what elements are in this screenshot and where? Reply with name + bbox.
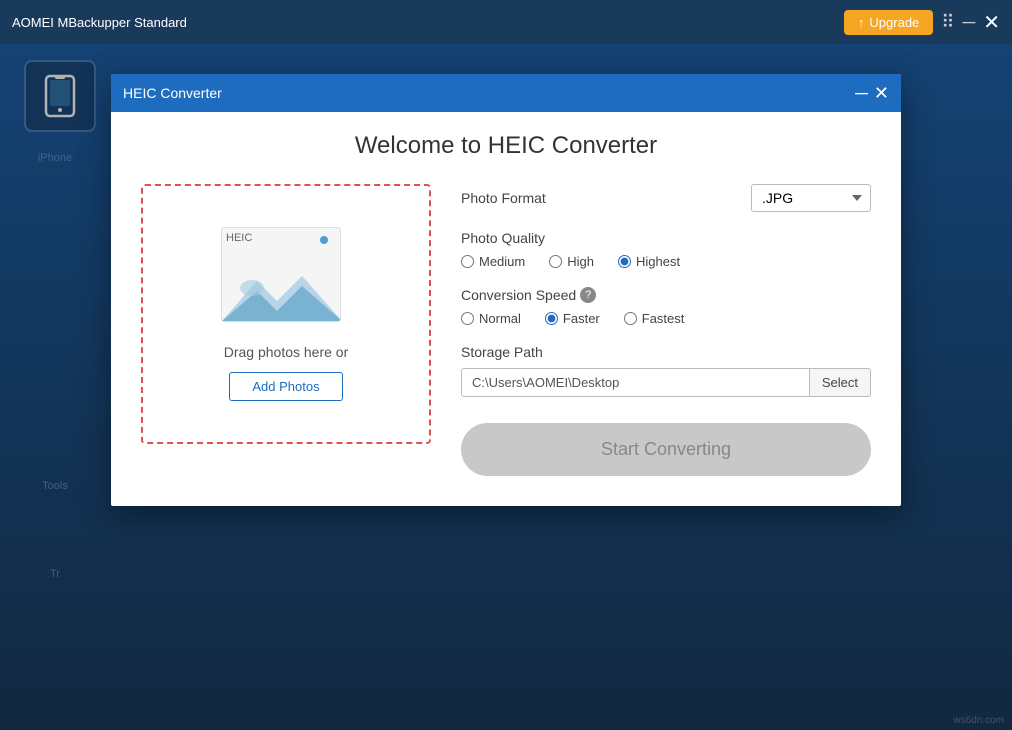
dialog-heading: Welcome to HEIC Converter [141, 132, 871, 160]
quality-highest-label: Highest [636, 254, 680, 269]
dialog-controls: ─ ✕ [855, 84, 889, 102]
heic-preview: HEIC [221, 227, 351, 332]
photo-quality-label: Photo Quality [461, 230, 871, 246]
heic-mountain-illustration [222, 266, 341, 321]
speed-fastest-label: Fastest [642, 311, 685, 326]
start-converting-button[interactable]: Start Converting [461, 423, 871, 476]
dialog-close-button[interactable]: ✕ [874, 84, 889, 102]
title-bar-controls: ↑ Upgrade ⠿ ─ ✕ [844, 10, 1000, 35]
storage-path-input[interactable] [461, 368, 809, 397]
speed-group: Normal Faster Fastest [461, 311, 871, 326]
heic-converter-dialog: HEIC Converter ─ ✕ Welcome to HEIC Conve… [111, 74, 901, 506]
dialog-titlebar: HEIC Converter ─ ✕ [111, 74, 901, 112]
photo-format-row: Photo Format .JPG .PNG .BMP [461, 184, 871, 212]
path-select-button[interactable]: Select [809, 368, 871, 397]
menu-icon[interactable]: ⠿ [941, 12, 954, 33]
quality-high-label: High [567, 254, 594, 269]
dialog-content: HEIC Drag photos here or Add Photos [141, 184, 871, 476]
speed-faster-item[interactable]: Faster [545, 311, 600, 326]
speed-fastest-radio[interactable] [624, 312, 637, 325]
app-title-bar: AOMEI MBackupper Standard [12, 15, 187, 30]
speed-normal-item[interactable]: Normal [461, 311, 521, 326]
minimize-icon[interactable]: ─ [962, 12, 975, 33]
upgrade-button[interactable]: ↑ Upgrade [844, 10, 933, 35]
quality-high-item[interactable]: High [549, 254, 594, 269]
photo-format-label: Photo Format [461, 190, 546, 206]
upgrade-arrow: ↑ [858, 15, 865, 30]
path-input-row: Select [461, 368, 871, 397]
speed-faster-radio[interactable] [545, 312, 558, 325]
heic-file-label: HEIC [226, 232, 252, 244]
quality-high-radio[interactable] [549, 255, 562, 268]
right-panel: Photo Format .JPG .PNG .BMP Photo Qualit… [461, 184, 871, 476]
add-photos-button[interactable]: Add Photos [229, 372, 342, 401]
quality-highest-item[interactable]: Highest [618, 254, 680, 269]
heic-dot [320, 236, 328, 244]
photo-format-select[interactable]: .JPG .PNG .BMP [751, 184, 871, 212]
dialog-body: Welcome to HEIC Converter HEIC [111, 112, 901, 506]
upgrade-label: Upgrade [869, 15, 919, 30]
speed-fastest-item[interactable]: Fastest [624, 311, 685, 326]
dialog-minimize-button[interactable]: ─ [855, 84, 868, 102]
photo-format-section: Photo Format .JPG .PNG .BMP [461, 184, 871, 212]
photo-quality-row: Photo Quality Medium High [461, 230, 871, 269]
conversion-speed-label: Conversion Speed [461, 287, 576, 303]
storage-path-label: Storage Path [461, 344, 871, 360]
speed-faster-label: Faster [563, 311, 600, 326]
conversion-speed-row: Conversion Speed ? Normal Faster [461, 287, 871, 326]
help-icon[interactable]: ? [580, 287, 596, 303]
app-body: Welcome to AOMEI MBackupper Always keep … [0, 44, 1012, 730]
heic-card: HEIC [221, 227, 341, 322]
title-bar: AOMEI MBackupper Standard ↑ Upgrade ⠿ ─ … [0, 0, 1012, 44]
speed-normal-radio[interactable] [461, 312, 474, 325]
app-name: AOMEI MBackupper Standard [12, 15, 187, 30]
quality-medium-radio[interactable] [461, 255, 474, 268]
close-icon[interactable]: ✕ [983, 10, 1000, 35]
dialog-title: HEIC Converter [123, 85, 222, 101]
drop-text: Drag photos here or [224, 344, 349, 360]
quality-highest-radio[interactable] [618, 255, 631, 268]
storage-path-row: Storage Path Select [461, 344, 871, 397]
quality-medium-item[interactable]: Medium [461, 254, 525, 269]
quality-medium-label: Medium [479, 254, 525, 269]
photo-quality-group: Medium High Highest [461, 254, 871, 269]
speed-normal-label: Normal [479, 311, 521, 326]
drop-zone[interactable]: HEIC Drag photos here or Add Photos [141, 184, 431, 444]
